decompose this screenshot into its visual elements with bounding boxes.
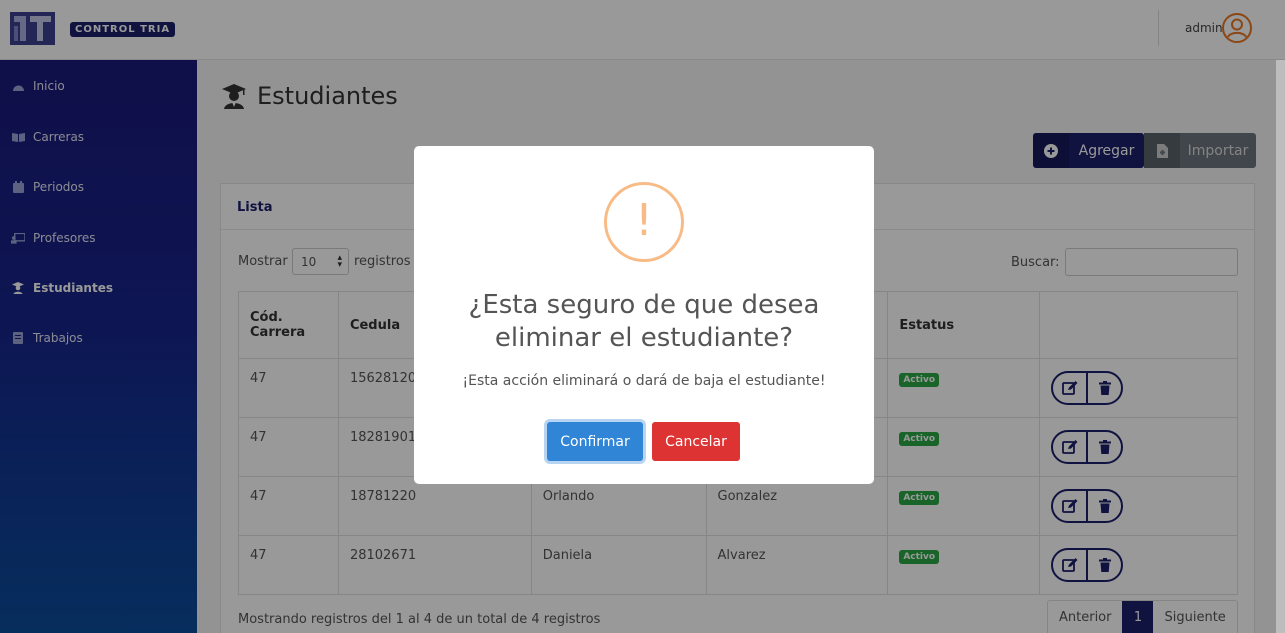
cancel-button[interactable]: Cancelar bbox=[652, 422, 740, 461]
dialog-text: ¡Esta acción eliminará o dará de baja el… bbox=[462, 373, 826, 389]
confirm-button[interactable]: Confirmar bbox=[547, 422, 643, 461]
confirm-dialog: ! ¿Esta seguro de que desea eliminar el … bbox=[414, 146, 874, 484]
scrollbar[interactable] bbox=[1276, 60, 1285, 633]
warning-mark: ! bbox=[635, 195, 653, 246]
dialog-title: ¿Esta seguro de que desea eliminar el es… bbox=[468, 290, 820, 353]
warning-icon: ! bbox=[604, 182, 684, 262]
